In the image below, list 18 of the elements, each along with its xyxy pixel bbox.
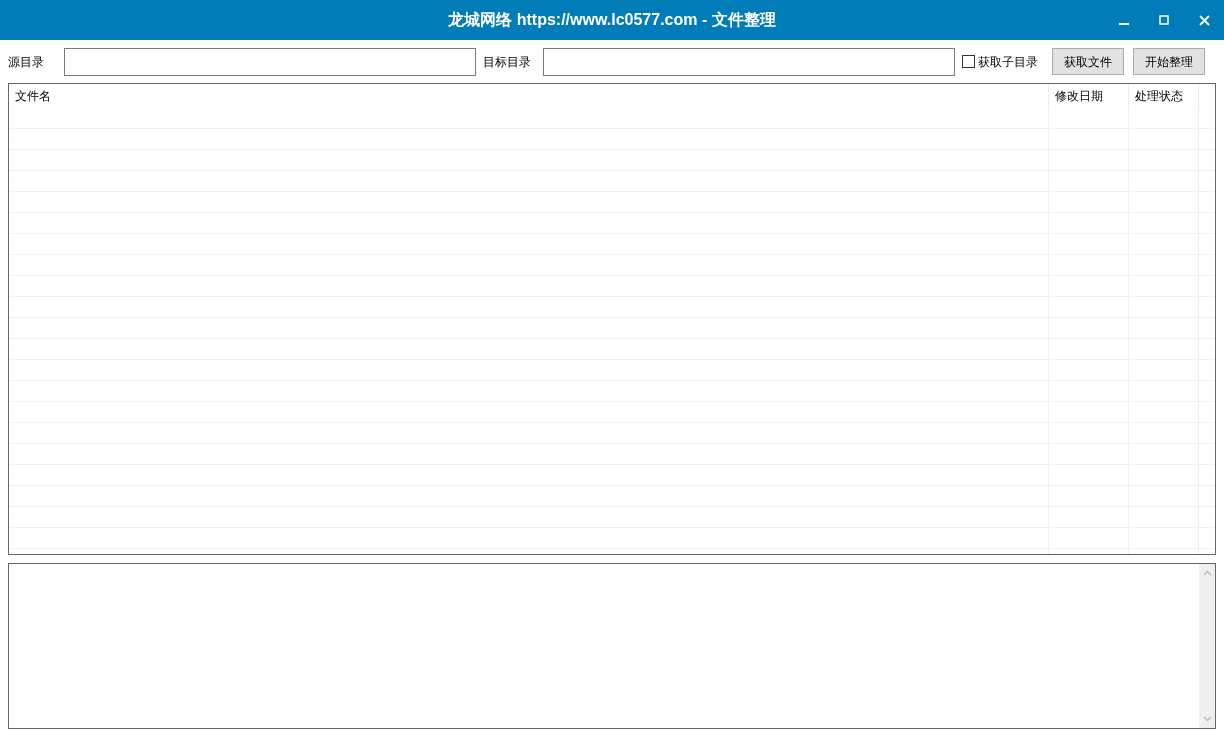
action-button[interactable]: 获取文件 (1052, 48, 1124, 75)
subdir-checkbox[interactable]: 获取子目录 (962, 52, 1038, 71)
window-title: 龙城网络 https://www.lc0577.com - 文件整理 (448, 10, 776, 30)
column-header[interactable]: 处理状态 (1129, 84, 1199, 108)
source-input-field[interactable] (64, 47, 476, 76)
column-header[interactable]: 文件名 (9, 84, 1049, 108)
minimize-icon (1119, 23, 1129, 25)
scroll-up-icon[interactable] (1202, 570, 1212, 576)
action-button[interactable]: 开始整理 (1133, 48, 1205, 75)
column-header[interactable]: 修改日期 (1049, 84, 1129, 108)
log-text-area[interactable] (8, 563, 1216, 729)
source-label: 源目录 (8, 53, 45, 71)
scrollbar[interactable] (1199, 564, 1215, 728)
target-input-field[interactable] (543, 47, 955, 76)
close-icon (1198, 14, 1210, 26)
scroll-down-icon[interactable] (1202, 716, 1212, 722)
maximize-icon (1159, 15, 1169, 25)
target-label: 目标目录 (483, 53, 532, 71)
